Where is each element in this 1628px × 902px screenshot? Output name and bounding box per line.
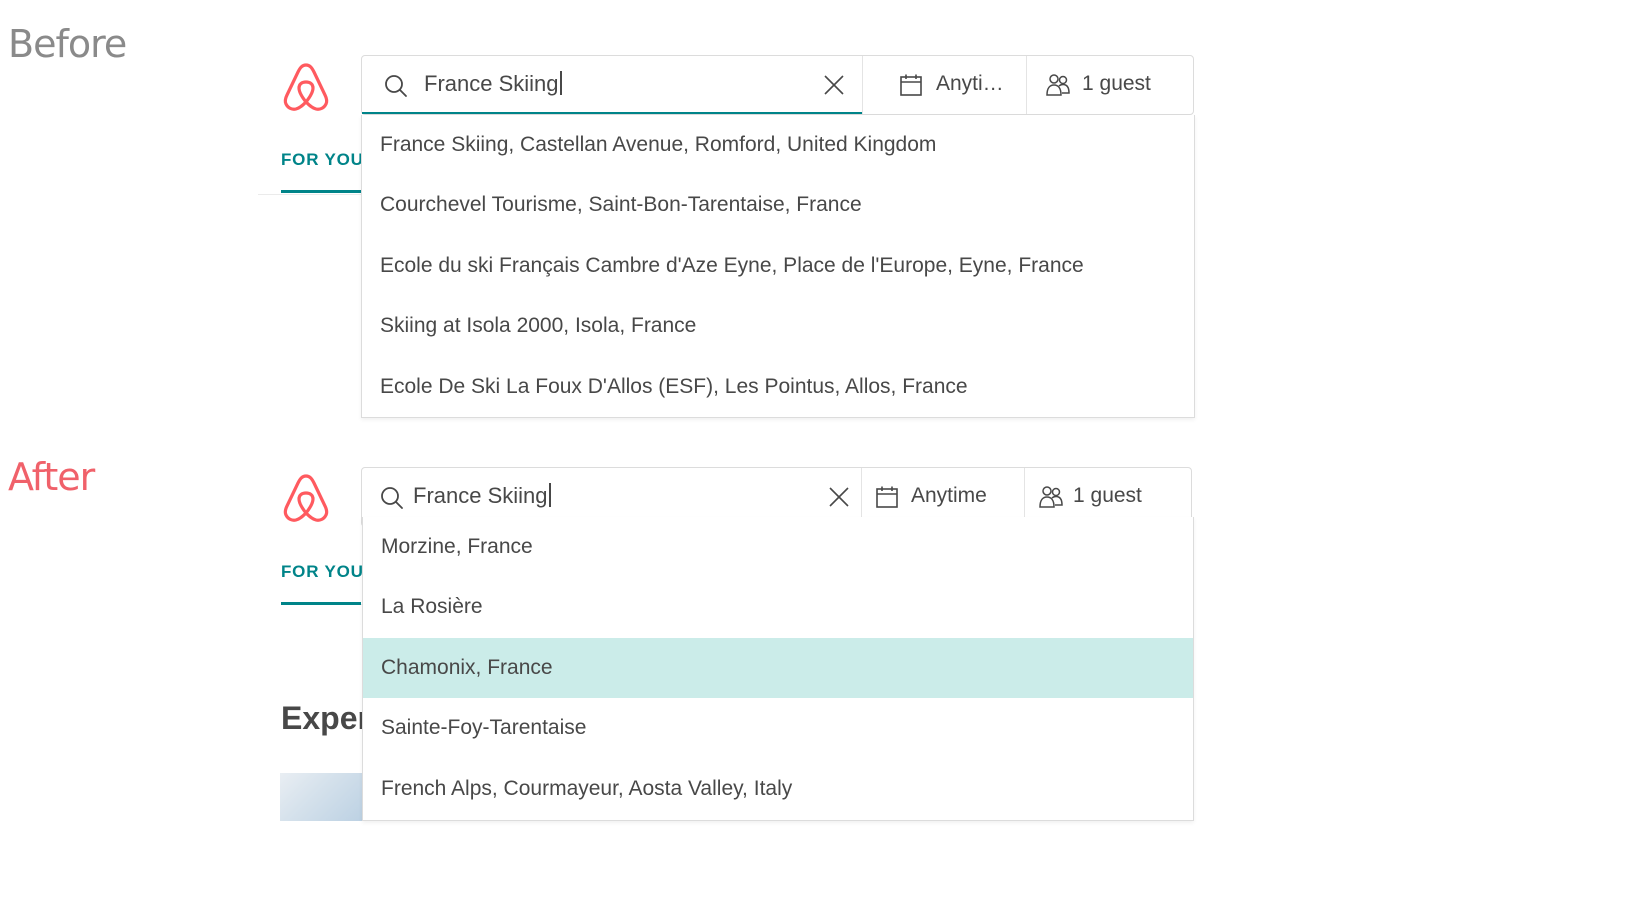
guests-button[interactable]: 1 guest (1027, 56, 1193, 114)
tab-active-indicator (281, 602, 361, 605)
suggestions-dropdown: Morzine, France La Rosière Chamonix, Fra… (362, 517, 1194, 821)
suggestion-item[interactable]: France Skiing, Castellan Avenue, Romford… (362, 115, 1194, 175)
search-input[interactable]: France Skiing (424, 71, 562, 97)
suggestion-item[interactable]: French Alps, Courmayeur, Aosta Valley, I… (363, 759, 1193, 819)
suggestion-item[interactable]: Chamonix, France (363, 637, 1193, 699)
tab-active-indicator (281, 190, 361, 193)
text-caret (548, 483, 551, 507)
guests-icon (1045, 73, 1071, 97)
suggestion-item[interactable]: Morzine, France (363, 517, 1193, 577)
suggestion-item[interactable]: Ecole De Ski La Foux D'Allos (ESF), Les … (362, 357, 1194, 417)
suggestion-item[interactable]: Ecole du ski Français Cambre d'Aze Eyne,… (362, 236, 1194, 296)
suggestions-dropdown: France Skiing, Castellan Avenue, Romford… (361, 115, 1195, 418)
suggestion-item[interactable]: La Rosière (363, 577, 1193, 637)
calendar-icon (875, 485, 899, 509)
close-icon[interactable] (823, 74, 845, 96)
guests-label: 1 guest (1082, 72, 1151, 95)
section-heading: Exper (281, 700, 370, 736)
experience-card-image[interactable] (280, 773, 363, 821)
search-input[interactable]: France Skiing (413, 483, 551, 509)
tab-for-you[interactable]: FOR YOU (281, 150, 364, 170)
calendar-icon (899, 73, 923, 97)
guests-icon (1038, 485, 1064, 509)
tab-bar-divider (258, 194, 361, 195)
airbnb-logo-icon (281, 472, 331, 524)
search-bar: France Skiing Anyti… 1 guest (361, 55, 1194, 115)
search-icon (384, 74, 408, 98)
location-search-field[interactable]: France Skiing (362, 56, 862, 114)
tab-for-you[interactable]: FOR YOU (281, 562, 364, 582)
suggestion-item[interactable]: Courchevel Tourisme, Saint-Bon-Tarentais… (362, 175, 1194, 235)
airbnb-logo[interactable] (281, 472, 331, 524)
dates-button[interactable]: Anyti… (863, 56, 1026, 114)
before-label: Before (8, 22, 127, 66)
close-icon[interactable] (828, 486, 850, 508)
dates-label: Anyti… (936, 72, 1004, 95)
search-icon (380, 486, 404, 510)
guests-label: 1 guest (1073, 484, 1142, 507)
dates-label: Anytime (911, 484, 987, 507)
after-label: After (8, 455, 95, 499)
text-caret (559, 71, 562, 95)
suggestion-item[interactable]: Sainte-Foy-Tarentaise (363, 698, 1193, 758)
airbnb-logo[interactable] (281, 61, 331, 113)
suggestion-item[interactable]: Skiing at Isola 2000, Isola, France (362, 296, 1194, 356)
airbnb-logo-icon (281, 61, 331, 113)
